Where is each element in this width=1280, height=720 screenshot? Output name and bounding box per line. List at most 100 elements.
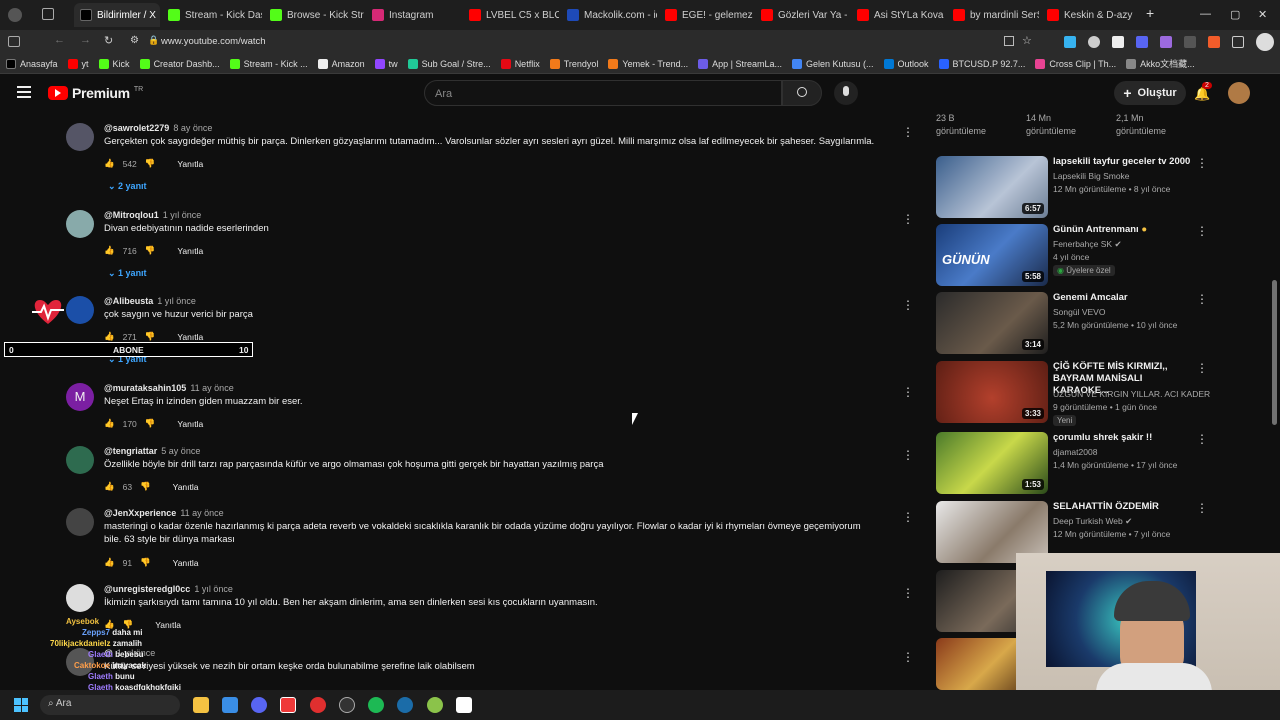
tab[interactable]: Keskin & D-azy - Ki — [1041, 3, 1133, 27]
video-title[interactable]: SELAHATTİN ÖZDEMİR — [1053, 501, 1193, 513]
channel-name[interactable]: Lapsekili Big Smoke — [1053, 171, 1130, 181]
bookmark-item[interactable]: Gelen Kutusu (... — [791, 58, 874, 69]
url-field[interactable]: www.youtube.com/watch — [161, 36, 266, 47]
minimize-icon[interactable]: — — [1200, 8, 1211, 20]
steam-icon[interactable] — [397, 697, 413, 713]
browser-menu-icon[interactable] — [8, 8, 22, 22]
avatar[interactable] — [66, 123, 94, 151]
dislike-icon[interactable]: 👎 — [140, 557, 151, 568]
show-replies-button[interactable]: ⌄ 2 yanıt — [108, 181, 147, 192]
more-options-icon[interactable]: ⋮ — [902, 385, 914, 399]
tab[interactable]: Asi StYLa Kova - You — [851, 3, 945, 27]
more-options-icon[interactable]: ⋮ — [902, 448, 914, 462]
video-title[interactable]: Günün Antrenmanı ● — [1053, 224, 1193, 236]
comment-time[interactable]: 1 yıl önce — [157, 296, 196, 306]
related-video[interactable]: 6:57 lapsekili tayfur geceler tv 2000 La… — [936, 156, 1208, 218]
more-options-icon[interactable]: ⋮ — [902, 125, 914, 139]
avatar[interactable]: M — [66, 383, 94, 411]
tab-stack-icon[interactable] — [42, 8, 54, 20]
more-options-icon[interactable]: ⋮ — [1196, 501, 1208, 515]
reply-button[interactable]: Yanıtla — [177, 159, 203, 169]
comment-time[interactable]: 8 ay önce — [173, 123, 212, 133]
tab[interactable]: Instagram — [366, 3, 461, 27]
related-video[interactable]: 1:53 çorumlu shrek şakir !! djamat2008 1… — [936, 432, 1208, 494]
dislike-icon[interactable]: 👎 — [145, 158, 156, 169]
bookmark-item[interactable]: Akko文档藏... — [1126, 57, 1195, 70]
discord-icon[interactable] — [251, 697, 267, 713]
video-thumbnail[interactable]: 6:57 — [936, 156, 1048, 218]
search-input[interactable]: Ara — [424, 80, 782, 106]
bookmark-item[interactable]: Kick — [98, 58, 130, 69]
like-icon[interactable]: 👍 — [104, 418, 115, 429]
bookmark-item[interactable]: Stream - Kick ... — [229, 58, 308, 69]
like-icon[interactable]: 👍 — [104, 158, 115, 169]
dislike-icon[interactable]: 👎 — [145, 331, 156, 342]
bookmark-icon[interactable]: ☆ — [1022, 34, 1032, 47]
more-options-icon[interactable]: ⋮ — [902, 650, 914, 664]
tab[interactable]: Browse - Kick Stream — [264, 3, 364, 27]
related-video[interactable]: 3:14 Genemi Amcalar Songül VEVO 5,2 Mn g… — [936, 292, 1208, 354]
obs-icon[interactable] — [339, 697, 355, 713]
account-avatar[interactable] — [1228, 82, 1250, 104]
bookmark-item[interactable]: Cross Clip | Th... — [1035, 58, 1116, 69]
file-explorer-icon[interactable] — [193, 697, 209, 713]
video-thumbnail[interactable]: GÜNÜN 5:58 — [936, 224, 1048, 286]
avatar[interactable] — [66, 508, 94, 536]
extensions-menu-icon[interactable] — [1232, 36, 1244, 48]
comment-author[interactable]: @unregisteredgl0cc — [104, 584, 190, 594]
bookmark-item[interactable]: Creator Dashb... — [139, 58, 220, 69]
channel-name[interactable]: djamat2008 — [1053, 447, 1097, 457]
avatar[interactable] — [66, 296, 94, 324]
more-options-icon[interactable]: ⋮ — [1196, 432, 1208, 446]
forward-icon[interactable]: → — [80, 34, 91, 46]
bookmark-item[interactable]: yt — [67, 58, 89, 69]
hamburger-menu-icon[interactable] — [17, 86, 31, 98]
extension-icon[interactable] — [1184, 36, 1196, 48]
bookmark-item[interactable]: Amazon — [317, 58, 365, 69]
video-thumbnail[interactable]: 3:14 — [936, 292, 1048, 354]
comment-author[interactable]: @Mitroqlou1 — [104, 210, 159, 220]
close-icon[interactable]: ✕ — [1258, 8, 1267, 21]
reply-button[interactable]: Yanıtla — [177, 332, 203, 342]
tab[interactable]: Stream - Kick Dashb — [162, 3, 262, 27]
reply-button[interactable]: Yanıtla — [173, 558, 199, 568]
dislike-icon[interactable]: 👎 — [140, 481, 151, 492]
youtube-logo[interactable]: Premium TR — [48, 85, 143, 101]
more-options-icon[interactable]: ⋮ — [902, 212, 914, 226]
tab[interactable]: Bildirimler / X — [74, 3, 160, 27]
reload-icon[interactable]: ↻ — [104, 34, 113, 47]
bookmark-item[interactable]: Netflix — [500, 58, 540, 69]
comment-time[interactable]: 1 yıl önce — [194, 584, 233, 594]
comment-time[interactable]: 5 ay önce — [161, 446, 200, 456]
comment-author[interactable]: @tengriattar — [104, 446, 157, 456]
bookmark-item[interactable]: Trendyol — [549, 58, 598, 69]
video-thumbnail[interactable]: 1:53 — [936, 432, 1048, 494]
tab[interactable]: by mardinli SerSen — [947, 3, 1039, 27]
search-button[interactable] — [782, 80, 822, 106]
avatar[interactable] — [66, 584, 94, 612]
comment-author[interactable]: @sawrolet2279 — [104, 123, 169, 133]
bookmark-item[interactable]: Anasayfa — [6, 58, 58, 69]
video-title[interactable]: Genemi Amcalar — [1053, 292, 1193, 304]
channel-name[interactable]: Fenerbahçe SK ✔ — [1053, 239, 1122, 250]
reader-mode-icon[interactable] — [1004, 36, 1014, 46]
more-options-icon[interactable]: ⋮ — [1196, 361, 1208, 375]
scrollbar-thumb[interactable] — [1272, 280, 1277, 425]
create-button[interactable]: + Oluştur — [1114, 81, 1186, 105]
extension-icon[interactable] — [1064, 36, 1076, 48]
extension-icon[interactable] — [1160, 36, 1172, 48]
comment-author[interactable]: @Alibeusta — [104, 296, 153, 306]
extension-icon[interactable] — [1136, 36, 1148, 48]
reply-button[interactable]: Yanıtla — [177, 246, 203, 256]
voice-search-button[interactable] — [834, 81, 858, 105]
spotify-icon[interactable] — [368, 697, 384, 713]
more-options-icon[interactable]: ⋮ — [1196, 156, 1208, 170]
vivaldi-icon[interactable] — [280, 697, 296, 713]
app-icon[interactable] — [427, 697, 443, 713]
bookmark-item[interactable]: App | StreamLa... — [698, 58, 782, 69]
store-icon[interactable] — [222, 697, 238, 713]
bookmark-item[interactable]: Outlook — [883, 58, 929, 69]
tab[interactable]: LVBEL C5 x BLOK3 x — [463, 3, 559, 27]
more-options-icon[interactable]: ⋮ — [902, 510, 914, 524]
taskbar-search[interactable]: ⌕ Ara — [40, 695, 180, 715]
